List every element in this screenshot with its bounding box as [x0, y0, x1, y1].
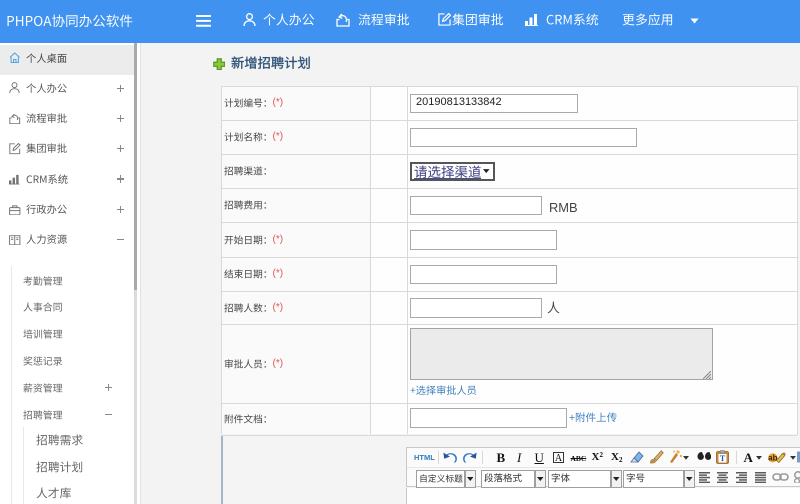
svg-text:ab: ab [768, 453, 777, 462]
svg-text:T: T [720, 454, 726, 463]
